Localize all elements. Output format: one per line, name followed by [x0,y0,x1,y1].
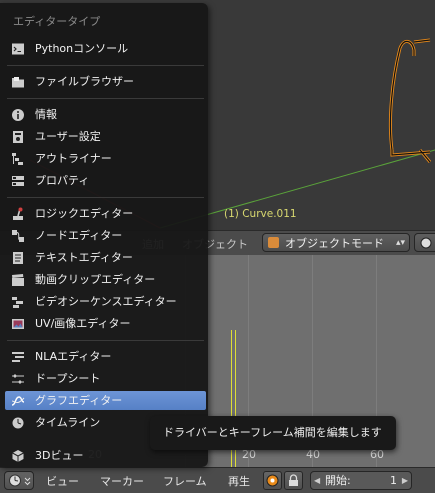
menu-item-file-browser[interactable]: ファイルブラウザー [5,72,206,91]
menu-item-label: ユーザー設定 [35,130,101,143]
menu-item-label: アウトライナー [35,152,112,165]
menu-item-info[interactable]: 情報 [5,105,206,124]
lock-button[interactable] [284,471,303,490]
dopesheet-icon [12,374,24,384]
decrement-arrow-icon[interactable]: ◀ [314,472,320,489]
menu-item-outliner[interactable]: アウトライナー [5,149,206,168]
mode-select[interactable]: オブジェクトモード ▴▾ [262,233,410,252]
menu-item-uv-image-editor[interactable]: UV/画像エディター [5,314,206,333]
clip-icon [12,274,24,286]
menu-item-label: 3Dビュー [35,449,84,462]
menu-item-label: NLAエディター [35,350,112,363]
menu-item-node-editor[interactable]: ノードエディター [5,226,206,245]
sequencer-icon [12,297,23,308]
viewport-shading-button[interactable] [414,233,435,252]
folder-icon [12,77,24,88]
graph-icon [11,396,25,406]
menu-item-nla-editor[interactable]: NLAエディター [5,347,206,366]
menu-item-label: Pythonコンソール [35,42,129,55]
clock-icon [9,474,31,487]
menu-item-label: UV/画像エディター [35,317,131,330]
menu-item-label: ファイルブラウザー [35,75,134,88]
menu-item-logic-editor[interactable]: ロジックエディター [5,204,206,223]
menu-item-label: プロパティ [35,174,90,187]
view-menu[interactable]: ビュー [46,473,79,489]
properties-icon [12,176,24,186]
menu-item-label: ビデオシーケンスエディター [35,295,177,308]
menu-title: エディタータイプ [13,15,101,28]
menu-separator [7,340,204,341]
image-icon [12,319,24,329]
editor-type-menu: エディタータイプ Pythonコンソール ファイルブラウザー 情報 ユーザー設定… [0,3,208,467]
console-icon [12,43,24,55]
menu-item-label: タイムライン [35,416,101,429]
text-icon [13,252,23,264]
start-frame-value: 1 [390,474,397,487]
frame-menu[interactable]: フレーム [163,473,207,489]
tooltip: ドライバーとキーフレーム補間を編集します [150,416,396,450]
menu-item-user-preferences[interactable]: ユーザー設定 [5,127,206,146]
menu-item-graph-editor[interactable]: グラフエディター [5,391,206,410]
nla-icon [12,352,24,362]
active-object-label: (1) Curve.011 [224,208,297,220]
start-frame-field[interactable]: ◀ 開始: 1 ▶ [310,471,412,490]
menu-item-label: ノードエディター [35,229,123,242]
clock-range-icon [266,474,279,487]
timeline-icon [12,417,24,429]
increment-arrow-icon[interactable]: ▶ [402,472,408,489]
menu-separator [7,98,204,99]
mode-select-label: オブジェクトモード [285,237,384,250]
menu-item-label: グラフエディター [35,394,123,407]
updown-arrow-icon: ▴▾ [395,238,405,248]
menu-item-label: ドープシート [35,372,101,385]
menu-item-label: 動画クリップエディター [35,273,156,286]
preferences-icon [13,131,23,143]
menu-item-python-console[interactable]: Pythonコンソール [5,39,206,58]
menu-item-label: ロジックエディター [35,207,134,220]
info-icon [12,109,24,121]
editor-type-button[interactable] [4,471,34,490]
marker-menu[interactable]: マーカー [100,473,144,489]
playback-menu[interactable]: 再生 [228,473,250,489]
menu-item-text-editor[interactable]: テキストエディター [5,248,206,267]
menu-item-label: テキストエディター [35,251,133,264]
start-frame-label: 開始: [325,474,351,487]
node-icon [12,230,24,242]
menu-item-video-sequence-editor[interactable]: ビデオシーケンスエディター [5,292,206,311]
timeline-header: ビュー マーカー フレーム 再生 ◀ 開始: 1 ▶ [0,467,435,493]
lock-icon [289,474,298,486]
object-mode-icon [268,237,279,248]
menu-separator [7,65,204,66]
menu-item-properties[interactable]: プロパティ [5,171,206,190]
menu-item-dope-sheet[interactable]: ドープシート [5,369,206,388]
menu-item-label: 情報 [35,108,57,121]
outliner-icon [12,153,23,165]
menu-separator [7,197,204,198]
menu-item-movie-clip-editor[interactable]: 動画クリップエディター [5,270,206,289]
logic-icon [13,207,23,220]
range-button[interactable] [263,471,282,490]
view3d-icon [12,450,24,462]
